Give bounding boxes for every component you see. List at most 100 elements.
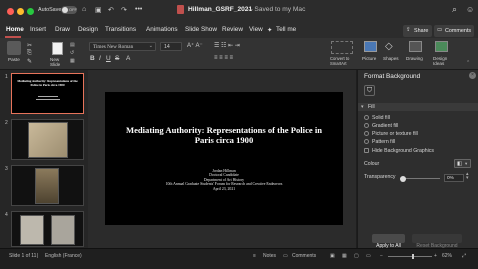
- new-slide-icon[interactable]: [52, 42, 63, 55]
- thumbnail-slide-2[interactable]: [11, 119, 84, 160]
- fit-slide-icon[interactable]: ⤢: [462, 253, 466, 259]
- thumb-text-line: [38, 96, 58, 97]
- account-icon[interactable]: ☺: [466, 5, 474, 14]
- picture-icon[interactable]: [364, 41, 377, 52]
- fill-bucket-icon[interactable]: ⛉: [364, 85, 375, 96]
- tab-review[interactable]: Review: [222, 26, 243, 33]
- save-icon[interactable]: ▣: [95, 6, 102, 14]
- current-slide[interactable]: Mediating Authority: Representations of …: [105, 92, 343, 225]
- picture-fill-option[interactable]: Picture or texture fill: [364, 131, 418, 137]
- share-button[interactable]: ⇪ Share: [403, 25, 432, 37]
- paste-icon[interactable]: [7, 41, 21, 55]
- close-icon[interactable]: ×: [469, 72, 476, 79]
- picture-label: Picture: [362, 56, 377, 61]
- transparency-input[interactable]: 0%: [444, 174, 464, 182]
- language-status[interactable]: English (France): [45, 253, 82, 259]
- zoom-in-icon[interactable]: +: [434, 253, 437, 259]
- thumb-number: 4: [5, 212, 8, 218]
- tab-transitions[interactable]: Transitions: [105, 26, 136, 33]
- zoom-level[interactable]: 62%: [442, 253, 452, 259]
- chevron-down-icon: ⌄: [148, 43, 153, 49]
- format-painter-icon[interactable]: ✎: [27, 58, 32, 65]
- stepper-icon[interactable]: ▴ ▾: [466, 172, 468, 181]
- zoom-out-icon[interactable]: −: [380, 253, 383, 259]
- italic-button[interactable]: I: [99, 55, 101, 62]
- more-icon[interactable]: •••: [135, 6, 142, 13]
- fill-section-header[interactable]: ▾ Fill: [358, 103, 478, 111]
- copy-icon[interactable]: ⎘: [27, 50, 32, 57]
- fill-section-label: Fill: [368, 104, 375, 110]
- smartart-icon[interactable]: [331, 41, 353, 54]
- tell-me-search[interactable]: Tell me: [276, 26, 296, 33]
- thumbnail-slide-1[interactable]: Mediating Authority: Representations of …: [11, 73, 84, 114]
- undo-icon[interactable]: ↶: [108, 6, 114, 14]
- slide-title[interactable]: Mediating Authority: Representations of …: [117, 125, 331, 145]
- font-name-select[interactable]: Times New Roman ⌄: [89, 42, 156, 51]
- tab-insert[interactable]: Insert: [30, 26, 46, 33]
- section-icon[interactable]: ▦: [70, 58, 75, 64]
- design-ideas-icon[interactable]: [435, 41, 448, 52]
- drawing-icon[interactable]: [409, 41, 422, 52]
- zoom-slider-knob[interactable]: [412, 254, 414, 259]
- slide-subtitle-block[interactable]: Jordan Hillman Doctoral Candidate Depart…: [124, 169, 324, 191]
- colour-picker-button[interactable]: ◧ ▾: [454, 159, 471, 168]
- thumbnail-slide-3[interactable]: [11, 165, 84, 206]
- hide-background-graphics-checkbox[interactable]: Hide Background Graphics: [364, 148, 434, 154]
- list-icons[interactable]: ☰ ☷ ⇤ ⇥: [214, 42, 240, 49]
- reading-view-icon[interactable]: ▢: [354, 253, 359, 259]
- transparency-slider[interactable]: [400, 178, 440, 179]
- notes-icon[interactable]: ≡: [253, 253, 256, 259]
- option-label: Pattern fill: [372, 139, 396, 145]
- font-color-icon[interactable]: A: [126, 55, 130, 62]
- font-size-select[interactable]: 14: [160, 42, 182, 51]
- comments-button[interactable]: ▭ Comments: [434, 25, 474, 37]
- checkbox-icon: [364, 148, 369, 153]
- tab-draw[interactable]: Draw: [55, 26, 70, 33]
- collapse-ribbon-icon[interactable]: ⌃: [466, 60, 470, 66]
- redo-icon[interactable]: ↷: [121, 6, 127, 14]
- document-status: — Saved to my Mac: [246, 6, 306, 13]
- zoom-slider[interactable]: [388, 256, 432, 257]
- home-icon[interactable]: ⌂: [82, 6, 86, 13]
- thumb-number: 1: [5, 74, 8, 80]
- comments-status-button[interactable]: Comments: [292, 253, 316, 259]
- tab-view[interactable]: View: [249, 26, 263, 33]
- shapes-icon[interactable]: ◇: [385, 41, 393, 52]
- search-icon[interactable]: ⌕: [452, 4, 457, 15]
- option-label: Solid fill: [372, 115, 390, 121]
- slideshow-icon[interactable]: ▭: [366, 253, 371, 259]
- strikethrough-button[interactable]: S: [115, 55, 119, 62]
- cut-icon[interactable]: ✂: [27, 42, 32, 49]
- slide-editor-canvas[interactable]: Mediating Authority: Representations of …: [88, 70, 356, 248]
- solid-fill-option[interactable]: Solid fill: [364, 115, 390, 121]
- tab-design[interactable]: Design: [78, 26, 98, 33]
- reset-background-button[interactable]: Reset Background: [412, 234, 462, 249]
- share-label: Share: [414, 28, 429, 34]
- notes-button[interactable]: Notes: [263, 253, 276, 259]
- reset-icon[interactable]: ↺: [70, 50, 74, 56]
- close-window-button[interactable]: [7, 8, 14, 15]
- tab-animations[interactable]: Animations: [146, 26, 178, 33]
- grow-shrink-font-icon[interactable]: A⁺ A⁻: [187, 42, 203, 49]
- align-icons[interactable]: ≡ ≡ ≡ ≡: [214, 55, 233, 61]
- minimize-window-button[interactable]: [17, 8, 24, 15]
- paste-label: Paste: [8, 57, 20, 62]
- gradient-fill-option[interactable]: Gradient fill: [364, 123, 398, 129]
- normal-view-icon[interactable]: ▣: [330, 253, 335, 259]
- autosave-label: AutoSave: [38, 7, 62, 13]
- transparency-slider-knob[interactable]: [400, 175, 406, 182]
- zoom-window-button[interactable]: [27, 8, 34, 15]
- bold-button[interactable]: B: [90, 55, 95, 62]
- status-bar: Slide 1 of 11 | English (France) ≡ Notes…: [0, 248, 478, 269]
- option-label: Gradient fill: [372, 123, 399, 129]
- thumbnail-slide-4[interactable]: [11, 211, 84, 247]
- slide-sorter-icon[interactable]: ▦: [342, 253, 347, 259]
- autosave-toggle[interactable]: OFF: [61, 6, 77, 14]
- underline-button[interactable]: U: [106, 55, 111, 62]
- tab-home[interactable]: Home: [6, 26, 24, 33]
- tab-slide-show[interactable]: Slide Show: [185, 26, 217, 33]
- pattern-fill-option[interactable]: Pattern fill: [364, 139, 395, 145]
- comment-icon[interactable]: ▭: [283, 253, 288, 259]
- apply-to-all-button[interactable]: Apply to All: [372, 234, 405, 249]
- layout-icon[interactable]: ▤: [70, 42, 75, 48]
